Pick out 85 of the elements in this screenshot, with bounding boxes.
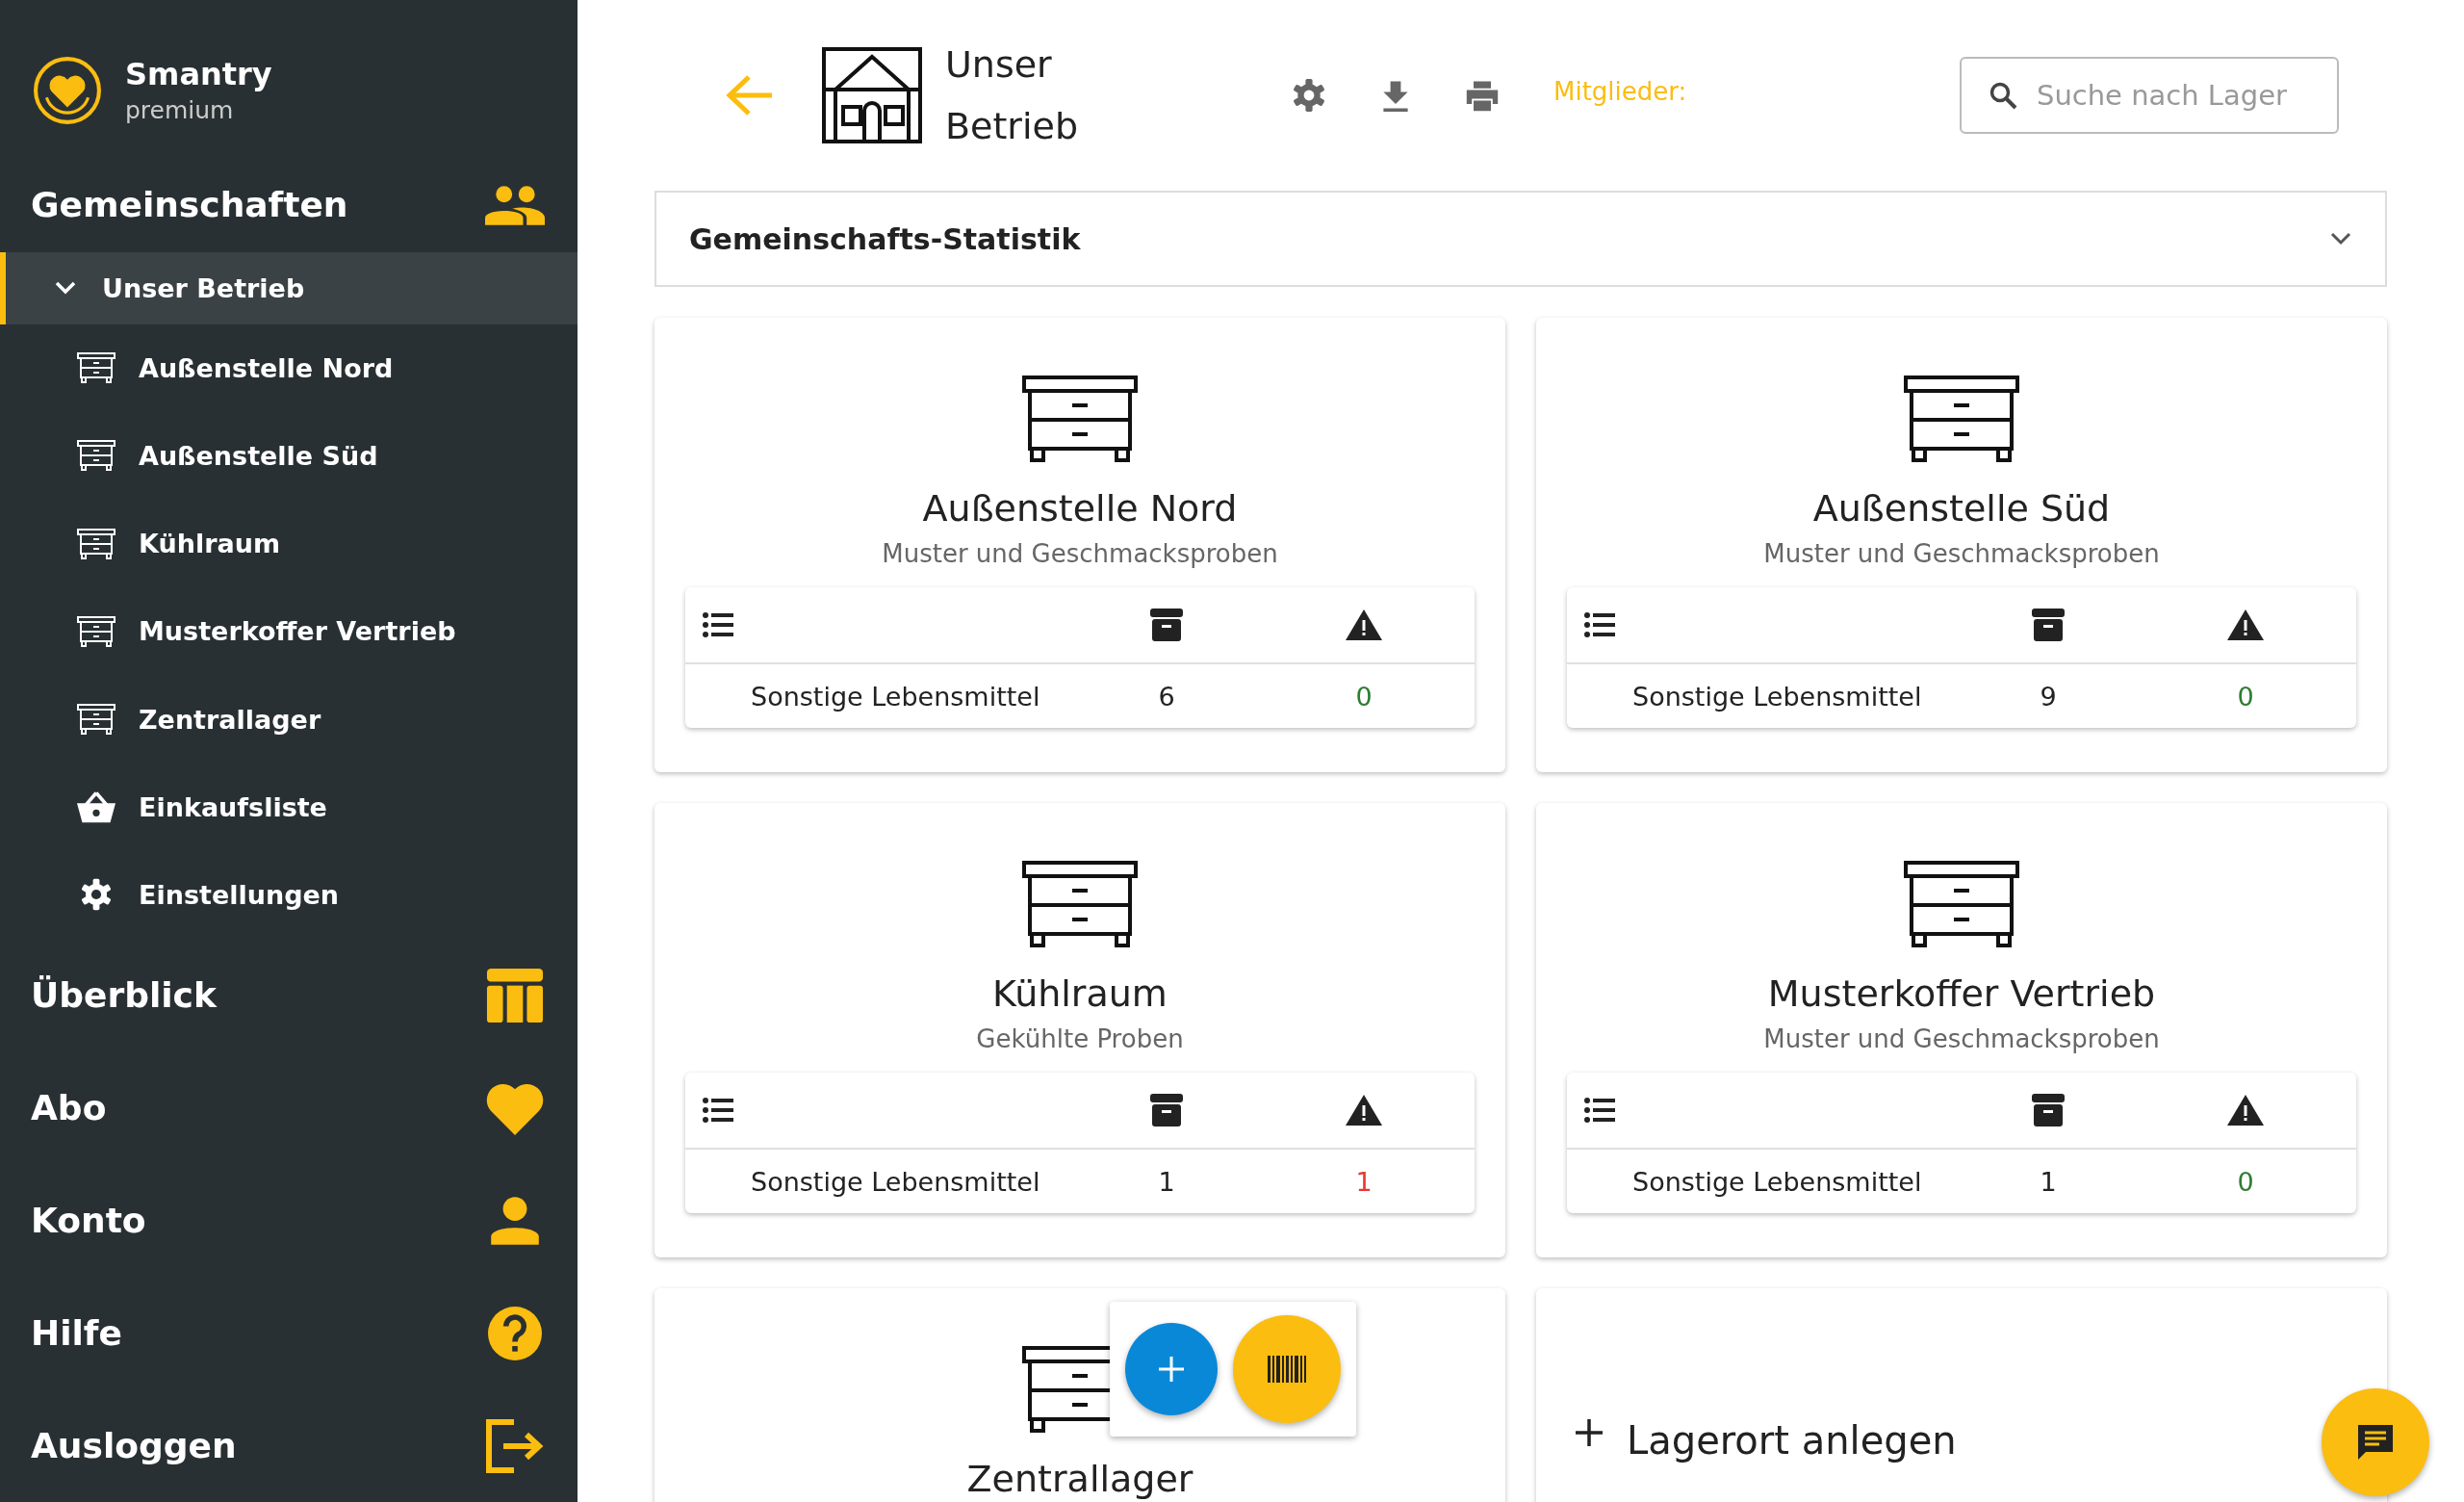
archive-box-icon	[1150, 609, 1183, 641]
settings-icon[interactable]	[1292, 78, 1326, 113]
list-icon	[1584, 611, 1615, 638]
section-title[interactable]: Ausloggen	[31, 1426, 237, 1466]
count-cell: 9	[2040, 681, 2057, 712]
warning-icon	[2227, 609, 2264, 640]
storage-description: Gekühlte Proben	[976, 1024, 1184, 1053]
warning-count-cell: 0	[1355, 681, 1373, 712]
storage-name: Musterkoffer Vertrieb	[1767, 972, 2156, 1015]
storage-name: Zentrallager	[966, 1458, 1194, 1500]
barcode-icon	[1268, 1356, 1306, 1383]
drawer-icon	[1904, 861, 2019, 947]
members-label: Mitglieder:	[1553, 77, 1687, 106]
warning-icon	[1346, 609, 1382, 640]
warning-count-cell: 1	[1355, 1166, 1373, 1197]
section-title[interactable]: Hilfe	[31, 1313, 122, 1354]
sidebar-item[interactable]: Einkaufsliste	[139, 791, 327, 822]
plus-icon	[1157, 1355, 1186, 1384]
archive-box-icon	[2032, 1094, 2065, 1126]
archive-box-icon	[1150, 1094, 1183, 1126]
add-storage-label: Lagerort anlegen	[1627, 1418, 1957, 1463]
panel-title: Gemeinschafts-Statistik	[689, 221, 1081, 256]
warning-count-cell: 0	[2237, 681, 2254, 712]
storage-name: Außenstelle Süd	[1812, 487, 2111, 530]
sidebar-item[interactable]: Kühlraum	[139, 529, 281, 559]
storage-card[interactable]: Musterkoffer Vertrieb Muster und Geschmacksproben Sonstige Lebensmittel 1 0	[1536, 803, 2387, 1257]
list-icon	[703, 1097, 733, 1124]
list-icon	[703, 611, 733, 638]
sidebar-item[interactable]: Außenstelle Nord	[139, 352, 394, 383]
chat-icon	[2356, 1423, 2395, 1462]
storage-name: Außenstelle Nord	[922, 487, 1238, 530]
chevron-icon[interactable]	[2329, 231, 2352, 246]
storage-name: Kühlraum	[992, 972, 1168, 1015]
basket-icon[interactable]	[77, 790, 116, 824]
sidebar-item[interactable]: Einstellungen	[139, 879, 340, 910]
sidebar-item[interactable]: Außenstelle Süd	[139, 440, 378, 471]
section-title[interactable]: Konto	[31, 1201, 146, 1241]
list-icon	[1584, 1097, 1615, 1124]
table-icon[interactable]	[485, 968, 545, 1023]
storage-card[interactable]: Kühlraum Gekühlte Proben Sonstige Lebensmittel 1 1	[654, 803, 1505, 1257]
warning-count-cell: 0	[2237, 1166, 2254, 1197]
archive-box-icon	[2032, 609, 2065, 641]
section-title[interactable]: Abo	[31, 1088, 107, 1128]
drawer-icon	[1022, 861, 1138, 947]
category-cell-text: Sonstige Lebensmittel	[1631, 681, 1923, 712]
add-storage-card[interactable]: Lagerort anlegen	[1536, 1288, 2387, 1502]
drawer-icon[interactable]	[77, 351, 116, 385]
warning-icon	[1346, 1095, 1382, 1126]
warning-icon	[2227, 1095, 2264, 1126]
sidebar-item[interactable]: Zentrallager	[139, 704, 321, 735]
storage-description: Muster und Geschmacksproben	[1763, 539, 2160, 568]
count-cell: 1	[1158, 1166, 1175, 1197]
logo-icon	[33, 55, 102, 125]
drawer-icon[interactable]	[77, 439, 116, 473]
chevron-icon	[54, 280, 77, 297]
add-button[interactable]	[1125, 1323, 1218, 1415]
category-cell-text: Sonstige Lebensmittel	[750, 1166, 1041, 1197]
section-title[interactable]: Gemeinschaften	[31, 185, 348, 225]
statistics-panel[interactable]: Gemeinschafts-Statistik	[654, 191, 2387, 287]
drawer-icon	[1022, 376, 1138, 462]
app-name: Smantry	[125, 56, 272, 92]
community-item[interactable]: Unser Betrieb	[0, 252, 578, 324]
drawer-icon[interactable]	[77, 703, 116, 736]
storage-card[interactable]: Außenstelle Süd Muster und Geschmacksproben Sonstige Lebensmittel 9 0	[1536, 318, 2387, 772]
house-icon	[822, 47, 922, 143]
page-title: Unser Betrieb	[945, 42, 1080, 149]
drawer-icon	[1904, 376, 2019, 462]
sidebar-item[interactable]: Musterkoffer Vertrieb	[139, 616, 456, 647]
storage-description: Muster und Geschmacksproben	[1763, 1024, 2160, 1053]
search-icon	[1989, 81, 2017, 110]
category-cell-text: Sonstige Lebensmittel	[1631, 1166, 1923, 1197]
plus-icon	[1575, 1418, 1604, 1447]
count-cell: 1	[2040, 1166, 2057, 1197]
logout-icon[interactable]	[485, 1418, 545, 1473]
section-title[interactable]: Überblick	[31, 975, 217, 1016]
plan-label: premium	[125, 96, 235, 124]
search-field[interactable]: Suche nach Lager	[1960, 57, 2339, 134]
count-cell: 6	[1158, 681, 1175, 712]
drawer-icon[interactable]	[77, 614, 116, 648]
storage-description: Muster und Geschmacksproben	[882, 539, 1278, 568]
help-icon[interactable]	[485, 1306, 545, 1360]
storage-card[interactable]: Außenstelle Nord Muster und Geschmacksproben Sonstige Lebensmittel 6 0	[654, 318, 1505, 772]
drawer-icon[interactable]	[77, 527, 116, 560]
barcode-scan-button[interactable]	[1233, 1315, 1341, 1423]
category-cell-text: Sonstige Lebensmittel	[750, 681, 1041, 712]
